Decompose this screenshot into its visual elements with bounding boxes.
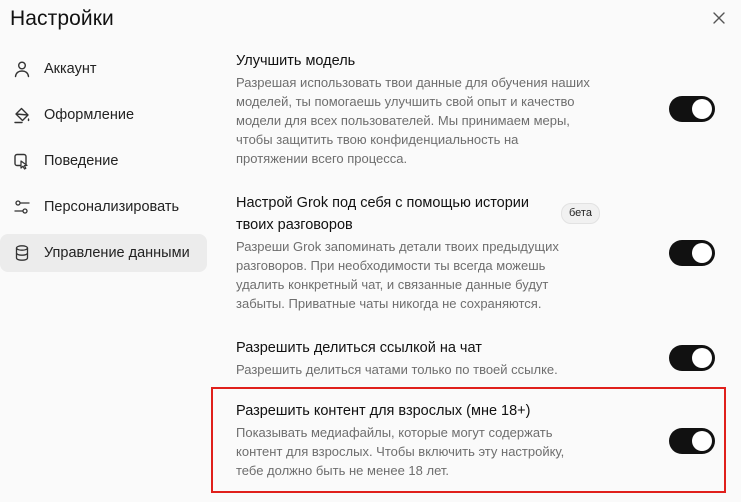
improve-model-toggle[interactable]	[669, 96, 715, 122]
personalize-history-toggle[interactable]	[669, 240, 715, 266]
sidebar-item-appearance[interactable]: Оформление	[0, 96, 193, 134]
toggle-knob	[692, 99, 712, 119]
close-icon	[713, 12, 725, 24]
user-icon	[13, 60, 31, 78]
setting-adult-content: Разрешить контент для взрослых (мне 18+)…	[236, 400, 726, 480]
settings-sidebar: Аккаунт Оформление Поведение Персонализи…	[0, 50, 210, 280]
setting-title: Разрешить делиться ссылкой на чат	[236, 340, 482, 356]
sidebar-item-label: Аккаунт	[44, 61, 97, 77]
toggle-knob	[692, 431, 712, 451]
database-icon	[13, 244, 31, 262]
sidebar-item-label: Поведение	[44, 153, 119, 169]
behavior-icon	[13, 152, 31, 170]
sliders-icon	[13, 198, 31, 216]
setting-title: Настрой Grok под себя с помощью истории …	[236, 195, 530, 233]
toggle-knob	[692, 243, 712, 263]
setting-improve-model: Улучшить модель Разрешая использовать тв…	[236, 50, 726, 168]
setting-title: Разрешить контент для взрослых (мне 18+)	[236, 403, 531, 419]
sidebar-item-label: Персонализировать	[44, 199, 180, 215]
setting-description: Разрешить делиться чатами только по твое…	[236, 362, 558, 377]
toggle-knob	[692, 348, 712, 368]
sidebar-item-label: Управление данными	[44, 245, 190, 261]
sidebar-item-account[interactable]: Аккаунт	[0, 50, 193, 88]
sidebar-item-behavior[interactable]: Поведение	[0, 142, 193, 180]
setting-share-link: Разрешить делиться ссылкой на чат Разреш…	[236, 337, 726, 379]
settings-dialog: Настройки Аккаунт Оформление Поведение П…	[0, 0, 741, 502]
setting-description: Разреши Grok запоминать детали твоих пре…	[236, 239, 559, 311]
paint-bucket-icon	[13, 106, 31, 124]
close-button[interactable]	[711, 10, 727, 26]
setting-description: Показывать медиафайлы, которые могут сод…	[236, 425, 565, 478]
sidebar-item-data-controls[interactable]: Управление данными	[0, 234, 207, 272]
setting-personalize-history: Настрой Grok под себя с помощью истории …	[236, 192, 726, 313]
beta-badge: бета	[561, 203, 600, 224]
share-link-toggle[interactable]	[669, 345, 715, 371]
setting-description: Разрешая использовать твои данные для об…	[236, 75, 590, 166]
adult-content-toggle[interactable]	[669, 428, 715, 454]
dialog-title: Настройки	[10, 7, 114, 30]
sidebar-item-personalize[interactable]: Персонализировать	[0, 188, 193, 226]
setting-title: Улучшить модель	[236, 53, 356, 69]
sidebar-item-label: Оформление	[44, 107, 135, 123]
